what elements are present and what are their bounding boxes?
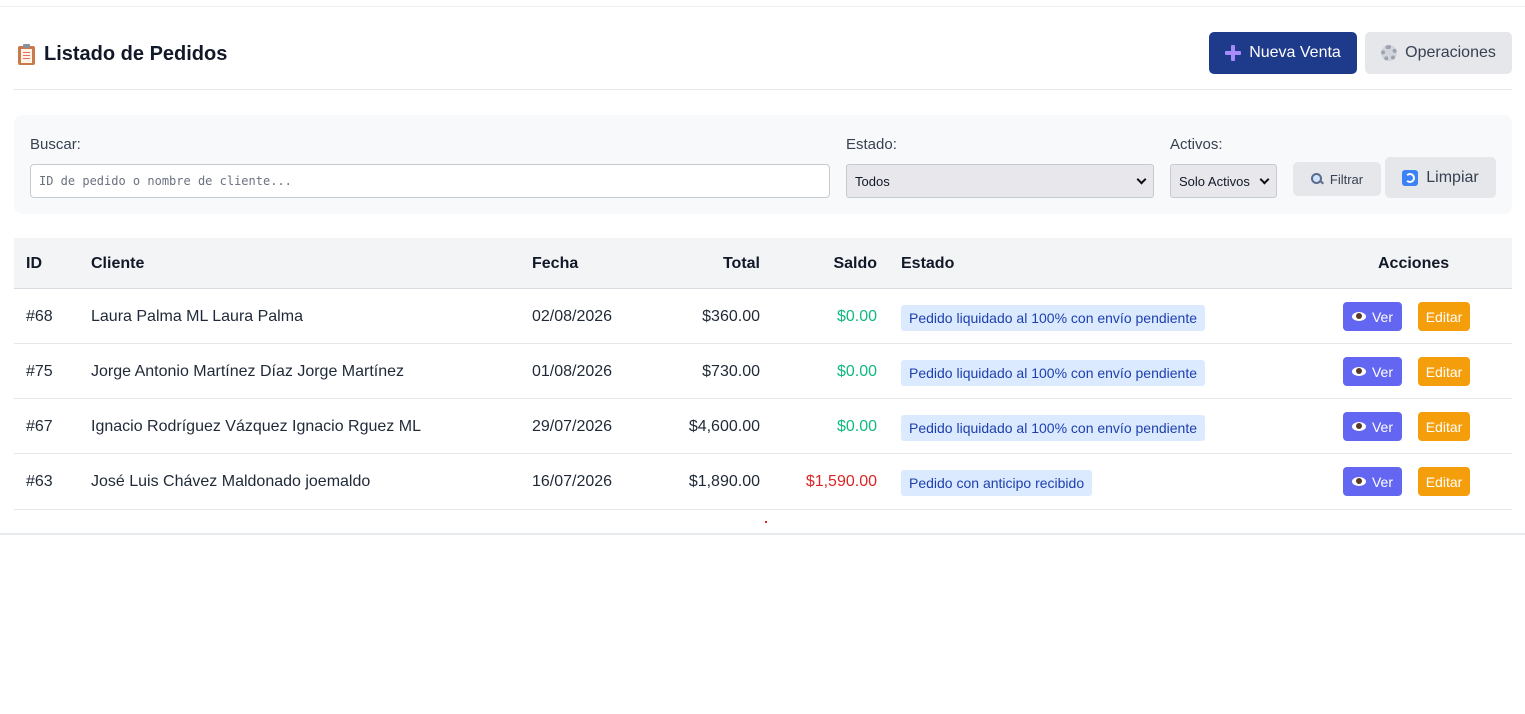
clear-label: Limpiar xyxy=(1426,168,1479,186)
row-id: #68 xyxy=(26,308,53,325)
page-header: Listado de Pedidos Nueva Venta Operacion… xyxy=(14,7,1512,90)
view-label: Ver xyxy=(1371,418,1393,435)
clipboard-icon xyxy=(18,43,35,65)
page-title: Listado de Pedidos xyxy=(18,42,227,66)
status-badge: Pedido liquidado al 100% con envío pendi… xyxy=(901,415,1206,441)
column-total[interactable]: Total xyxy=(660,238,760,289)
column-actions: Acciones xyxy=(1378,255,1450,272)
row-id: #75 xyxy=(26,363,53,380)
row-date: 16/07/2026 xyxy=(532,473,613,490)
row-date: 29/07/2026 xyxy=(532,418,613,435)
page-title-text: Listado de Pedidos xyxy=(44,42,228,65)
orders-table: ID Cliente Fecha Total Saldo Estado Acci… xyxy=(14,238,1512,510)
chevron-down-icon xyxy=(1259,174,1270,184)
column-date[interactable]: Fecha xyxy=(532,238,578,289)
row-client: Jorge Antonio Martínez Díaz Jorge Martín… xyxy=(91,363,405,380)
row-date: 02/08/2026 xyxy=(532,308,613,325)
search-label: Buscar: xyxy=(30,136,81,153)
row-id: #67 xyxy=(26,418,53,435)
row-total: $360.00 xyxy=(702,308,760,325)
table-row: #63 José Luis Chávez Maldonado joemaldo … xyxy=(14,454,1512,510)
view-button[interactable]: Ver xyxy=(1343,412,1402,441)
active-selected: Solo Activos xyxy=(1179,173,1250,189)
gear-icon xyxy=(1381,45,1398,61)
edit-button[interactable]: Editar xyxy=(1418,357,1470,386)
filter-button[interactable]: Filtrar xyxy=(1293,162,1381,196)
active-select[interactable]: Solo Activos xyxy=(1170,164,1277,198)
edit-button[interactable]: Editar xyxy=(1418,467,1470,496)
view-button[interactable]: Ver xyxy=(1343,302,1402,331)
plus-icon xyxy=(1225,45,1242,61)
operations-label: Operaciones xyxy=(1405,44,1496,61)
row-client: José Luis Chávez Maldonado joemaldo xyxy=(91,473,371,490)
status-badge: Pedido liquidado al 100% con envío pendi… xyxy=(901,360,1206,386)
loading-dot xyxy=(765,521,767,523)
column-balance[interactable]: Saldo xyxy=(777,238,877,289)
eye-icon xyxy=(1351,422,1366,431)
status-selected: Todos xyxy=(855,173,890,189)
new-sale-button[interactable]: Nueva Venta xyxy=(1209,32,1357,74)
status-label: Estado: xyxy=(846,136,897,153)
filter-label: Filtrar xyxy=(1329,171,1364,187)
row-balance: $0.00 xyxy=(836,308,877,325)
row-balance: $0.00 xyxy=(836,363,877,380)
row-total: $730.00 xyxy=(702,363,760,380)
status-badge: Pedido con anticipo recibido xyxy=(901,470,1093,496)
row-balance: $1,590.00 xyxy=(805,473,877,490)
row-balance: $0.00 xyxy=(836,418,877,435)
row-id: #63 xyxy=(26,473,53,490)
status-badge: Pedido liquidado al 100% con envío pendi… xyxy=(901,305,1206,331)
column-id[interactable]: ID xyxy=(26,238,42,289)
active-label: Activos: xyxy=(1170,136,1223,153)
orders-card: Listado de Pedidos Nueva Venta Operacion… xyxy=(0,6,1525,535)
table-row: #68 Laura Palma ML Laura Palma 02/08/202… xyxy=(14,289,1512,344)
view-label: Ver xyxy=(1371,363,1393,380)
row-date: 01/08/2026 xyxy=(532,363,613,380)
clear-button[interactable]: Limpiar xyxy=(1385,157,1496,198)
row-total: $4,600.00 xyxy=(688,418,760,435)
view-label: Ver xyxy=(1371,308,1393,325)
chevron-down-icon xyxy=(1136,174,1147,184)
eye-icon xyxy=(1351,312,1366,321)
edit-button[interactable]: Editar xyxy=(1418,412,1470,441)
table-row: #67 Ignacio Rodríguez Vázquez Ignacio Rg… xyxy=(14,399,1512,454)
filters-panel: Buscar: Estado: Todos Activos: Solo Acti… xyxy=(14,115,1512,214)
search-icon xyxy=(1310,173,1323,185)
view-button[interactable]: Ver xyxy=(1343,357,1402,386)
view-button[interactable]: Ver xyxy=(1343,467,1402,496)
eye-icon xyxy=(1351,477,1366,486)
eye-icon xyxy=(1351,367,1366,376)
status-select[interactable]: Todos xyxy=(846,164,1154,198)
column-client[interactable]: Cliente xyxy=(91,238,144,289)
table-row: #75 Jorge Antonio Martínez Díaz Jorge Ma… xyxy=(14,344,1512,399)
table-header: ID Cliente Fecha Total Saldo Estado Acci… xyxy=(14,238,1512,289)
row-client: Laura Palma ML Laura Palma xyxy=(91,308,303,325)
row-client: Ignacio Rodríguez Vázquez Ignacio Rguez … xyxy=(91,418,421,435)
search-input[interactable] xyxy=(30,164,830,198)
column-status[interactable]: Estado xyxy=(901,238,954,289)
view-label: Ver xyxy=(1371,473,1393,490)
edit-button[interactable]: Editar xyxy=(1418,302,1470,331)
operations-button[interactable]: Operaciones xyxy=(1365,32,1512,74)
new-sale-label: Nueva Venta xyxy=(1249,44,1341,61)
row-total: $1,890.00 xyxy=(688,473,760,490)
refresh-icon xyxy=(1402,169,1419,186)
